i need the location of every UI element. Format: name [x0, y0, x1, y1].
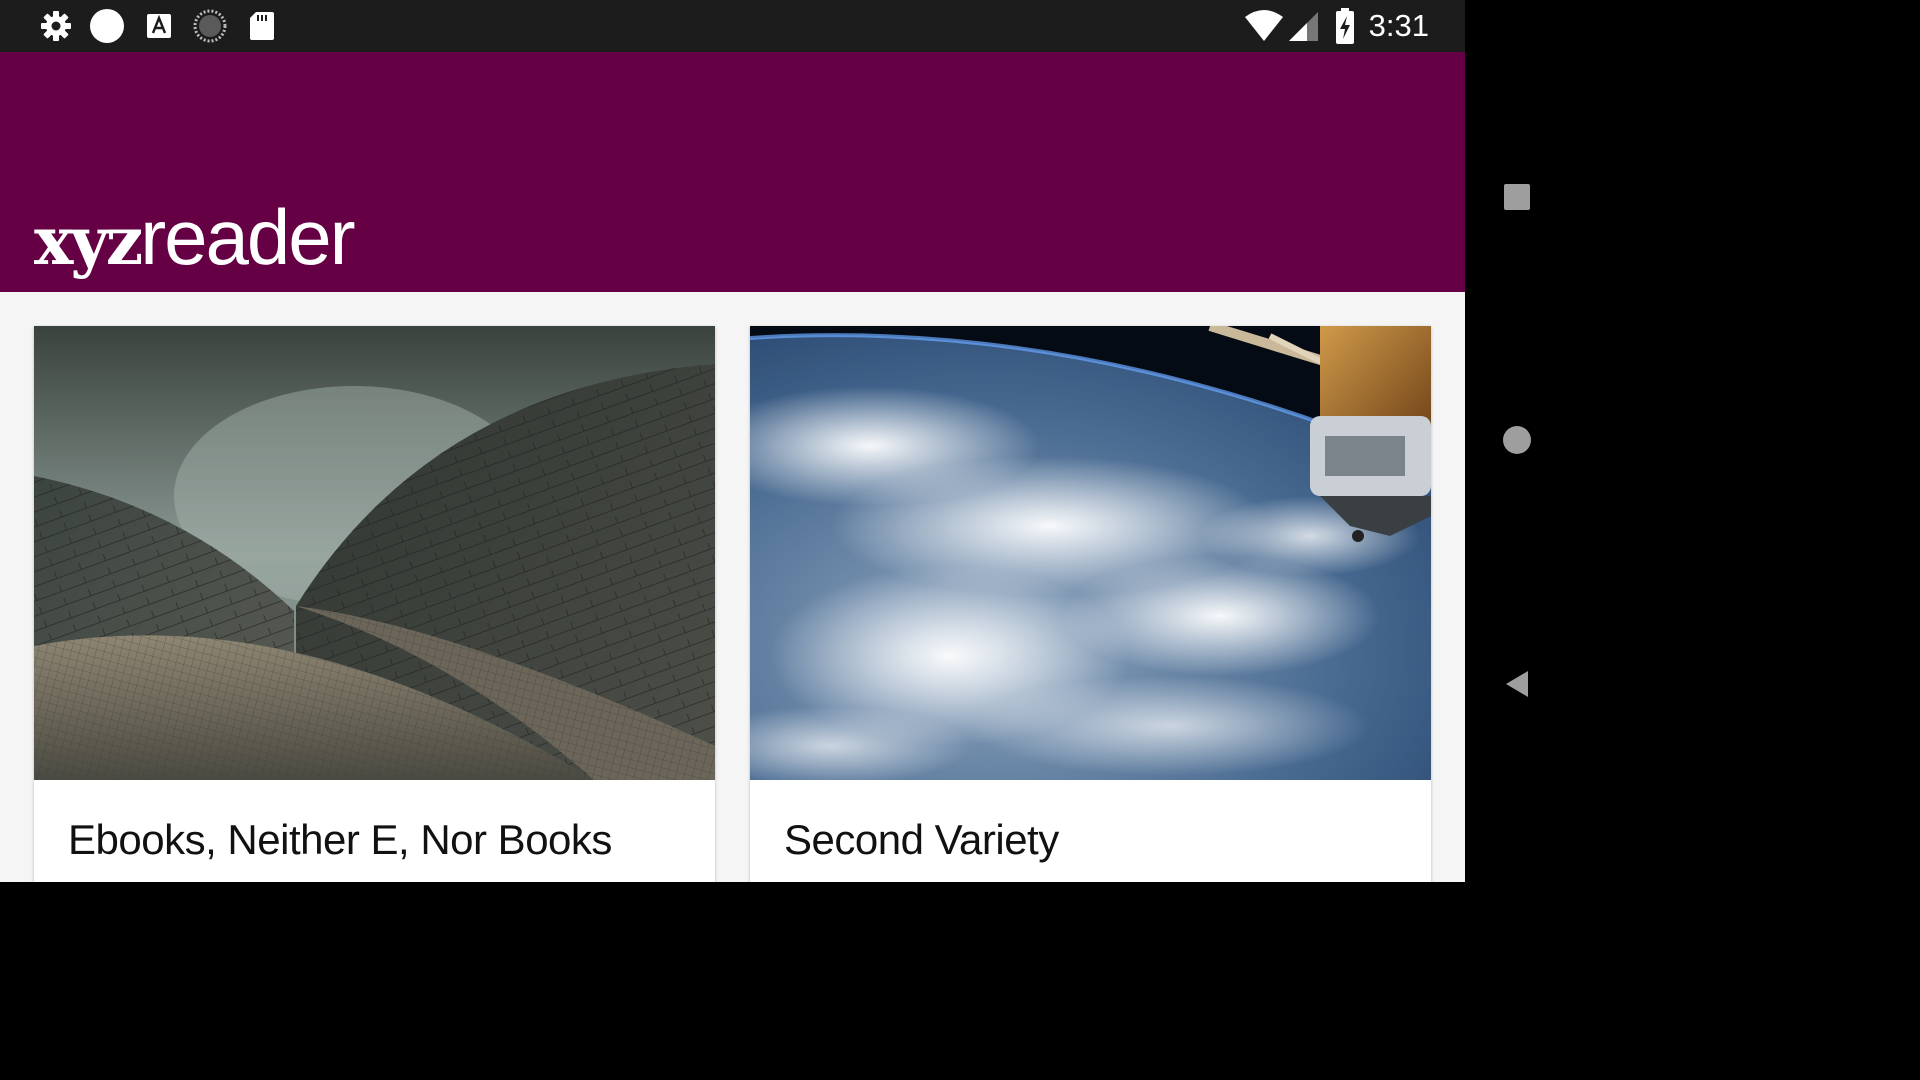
- back-button[interactable]: [1501, 668, 1533, 700]
- gear-icon: [41, 11, 71, 41]
- text-a-icon: [147, 14, 171, 38]
- cell-signal-icon: [1289, 12, 1318, 41]
- app-screen: 3:31 xyz reader Ebooks, Neither E, Nor B…: [0, 0, 1465, 882]
- battery-charging-icon: [1336, 8, 1354, 44]
- loading-icon: [193, 9, 227, 43]
- logo-xyz: xyz: [34, 202, 143, 280]
- article-card[interactable]: Second Variety: [750, 326, 1431, 882]
- status-bar: 3:31: [0, 0, 1465, 52]
- navigation-bar: [1465, 0, 1568, 882]
- app-logo: xyz reader: [34, 192, 356, 282]
- status-time: 3:31: [1368, 8, 1429, 43]
- article-thumbnail: [750, 326, 1431, 780]
- article-title: Second Variety: [784, 816, 1059, 863]
- home-button[interactable]: [1501, 424, 1533, 456]
- logo-reader: reader: [140, 193, 355, 281]
- sd-card-icon: [250, 12, 274, 40]
- article-card[interactable]: Ebooks, Neither E, Nor Books: [34, 326, 715, 882]
- circle-icon: [90, 9, 124, 43]
- recents-button[interactable]: [1501, 181, 1533, 213]
- article-title: Ebooks, Neither E, Nor Books: [68, 816, 612, 863]
- article-thumbnail: [34, 326, 715, 780]
- app-bar: xyz reader: [0, 52, 1465, 292]
- wifi-icon: [1245, 10, 1283, 41]
